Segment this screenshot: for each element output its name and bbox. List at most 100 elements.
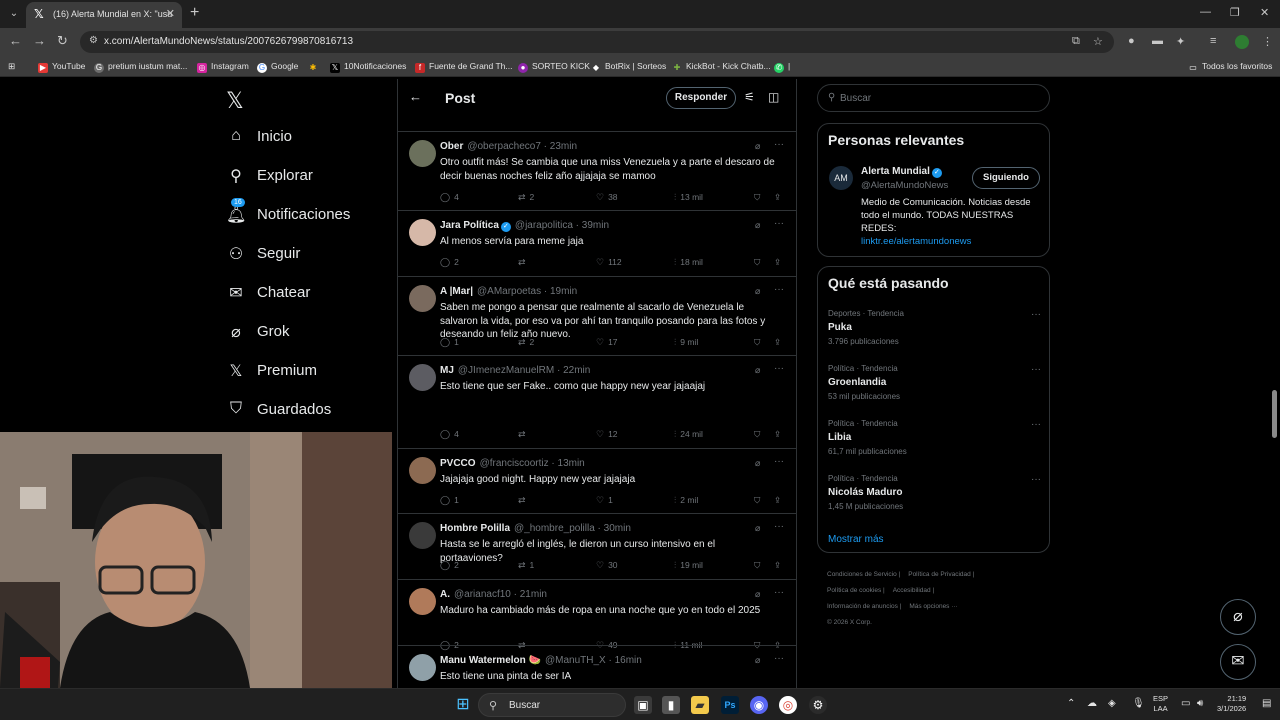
photoshop-icon[interactable]: Ps: [721, 696, 739, 714]
bookmark-icon[interactable]: ⛉: [754, 429, 760, 440]
address-bar[interactable]: ⚙ x.com/AlertaMundoNews/status/200762679…: [80, 31, 1114, 53]
more-options-icon[interactable]: ···: [774, 139, 784, 150]
show-more-link[interactable]: Mostrar más: [828, 534, 884, 545]
grok-icon[interactable]: ⌀: [755, 458, 760, 469]
tweet-author[interactable]: MJ @JImenezManuelRM · 22min: [440, 365, 590, 376]
share-icon[interactable]: ⇪: [774, 337, 781, 348]
site-info-icon[interactable]: ⚙: [89, 35, 98, 46]
bookmark-icon[interactable]: ⛉: [754, 560, 760, 571]
like-button[interactable]: ♡ 12: [596, 429, 618, 440]
reader-view-icon[interactable]: ◫: [768, 90, 779, 104]
tweet[interactable]: A |Mar| @AMarpoetas · 19min ⌀ ··· Saben me p…: [398, 276, 796, 355]
browser-tab[interactable]: 𝕏 (16) Alerta Mundial en X: "usu ✕: [26, 2, 182, 28]
tweet-handle[interactable]: @AMarpoetas · 19min: [477, 286, 577, 297]
file-explorer-icon[interactable]: ▰: [691, 696, 709, 714]
notification-center-icon[interactable]: ▤: [1262, 698, 1271, 709]
reload-icon[interactable]: ↻: [57, 34, 68, 48]
grok-icon[interactable]: ⌀: [755, 220, 760, 231]
repost-button[interactable]: ⇄: [518, 495, 530, 506]
repost-button[interactable]: ⇄: [518, 257, 530, 268]
avatar[interactable]: AM: [829, 166, 853, 190]
system-clock[interactable]: 21:19 3/1/2026: [1217, 694, 1246, 714]
app-icon[interactable]: ▮: [662, 696, 680, 714]
tray-app-icon[interactable]: ☁: [1087, 698, 1097, 709]
bookmark-youtube[interactable]: ▶ YouTube: [38, 61, 85, 73]
tweet-handle[interactable]: @JImenezManuelRM · 22min: [458, 365, 590, 376]
tweet-author[interactable]: A |Mar| @AMarpoetas · 19min: [440, 286, 577, 297]
repost-button[interactable]: ⇄ 2: [518, 192, 534, 203]
reading-list-icon[interactable]: ≡: [1210, 35, 1216, 47]
reply-button[interactable]: ◯ 2: [440, 560, 459, 571]
account-handle[interactable]: @AlertaMundoNews: [861, 180, 948, 191]
reply-button[interactable]: ◯ 4: [440, 192, 459, 203]
tray-overflow-icon[interactable]: ⌃: [1067, 698, 1075, 709]
bookmark-google[interactable]: G Google: [257, 61, 298, 73]
avatar[interactable]: [409, 364, 436, 391]
tweet-author[interactable]: Manu Watermelon 🍉 @ManuTH_X · 16min: [440, 655, 642, 666]
like-button[interactable]: ♡ 38: [596, 192, 618, 203]
messages-fab-icon[interactable]: ✉: [1220, 644, 1256, 680]
tray-app-icon[interactable]: ◈: [1108, 698, 1116, 709]
grok-icon[interactable]: ⌀: [755, 655, 760, 666]
forward-arrow-icon[interactable]: →: [33, 34, 46, 48]
repost-button[interactable]: ⇄: [518, 429, 530, 440]
bookmark-whatsapp[interactable]: ✆ |: [774, 61, 790, 73]
more-options-icon[interactable]: ···: [774, 284, 784, 295]
reply-button[interactable]: ◯ 1: [440, 495, 459, 506]
bookmark-10notificaciones[interactable]: 𝕏 10Notificaciones: [330, 61, 406, 73]
bookmark-star-icon[interactable]: ☆: [1093, 35, 1103, 48]
avatar[interactable]: [409, 285, 436, 312]
share-icon[interactable]: ⇪: [774, 495, 781, 506]
filter-icon[interactable]: ⚟: [744, 90, 755, 104]
more-options-icon[interactable]: ···: [1031, 364, 1041, 375]
tweet-author[interactable]: Ober @oberpacheco7 · 23min: [440, 141, 577, 152]
bookmark-icon[interactable]: ⛉: [754, 337, 760, 348]
bookmark-icon[interactable]: ⛉: [754, 257, 760, 268]
taskbar-search[interactable]: ⚲ Buscar: [478, 693, 626, 717]
discord-icon[interactable]: ◉: [750, 696, 768, 714]
profile-avatar[interactable]: [1235, 35, 1249, 49]
footer-link[interactable]: Información de anuncios |: [827, 603, 901, 610]
bookmark-instagram[interactable]: ◎ Instagram: [197, 61, 249, 73]
bookmark-grand-theft[interactable]: f Fuente de Grand Th...: [415, 61, 512, 73]
tweet-handle[interactable]: @_hombre_polilla · 30min: [514, 523, 631, 534]
network-icon[interactable]: ▭: [1181, 698, 1190, 709]
extension-icon[interactable]: ●: [1128, 35, 1135, 47]
avatar[interactable]: [409, 588, 436, 615]
extensions-puzzle-icon[interactable]: ✦: [1176, 35, 1185, 48]
like-button[interactable]: ♡ 112: [596, 257, 622, 268]
install-app-icon[interactable]: ⧉: [1072, 35, 1080, 48]
footer-link[interactable]: Política de Privacidad |: [908, 571, 974, 578]
footer-link[interactable]: Política de cookies |: [827, 587, 885, 594]
tweet-author[interactable]: Hombre Polilla @_hombre_polilla · 30min: [440, 523, 631, 534]
extension-icon[interactable]: ▬: [1152, 35, 1163, 47]
chrome-icon[interactable]: ◎: [779, 696, 797, 714]
like-button[interactable]: ♡ 17: [596, 337, 618, 348]
new-tab-button[interactable]: +: [190, 5, 199, 21]
bookmark-sorteo-kick[interactable]: ● SORTEO KICK: [518, 61, 590, 73]
views-button[interactable]: ⫶ 24 mil: [674, 429, 703, 440]
all-bookmarks[interactable]: ▭ Todos los favoritos: [1188, 61, 1272, 73]
repost-button[interactable]: ⇄ 1: [518, 560, 534, 571]
following-button[interactable]: Siguiendo: [972, 167, 1040, 189]
more-options-icon[interactable]: ···: [774, 218, 784, 229]
footer-link[interactable]: Condiciones de Servicio |: [827, 571, 900, 578]
more-options-icon[interactable]: ···: [774, 587, 784, 598]
more-options-icon[interactable]: ···: [1031, 309, 1041, 320]
bookmark-kickbot[interactable]: ✚ KickBot - Kick Chatb...: [672, 61, 771, 73]
x-logo-icon[interactable]: 𝕏: [226, 88, 244, 114]
bookmark-icon[interactable]: ⛉: [754, 495, 760, 506]
like-button[interactable]: ♡ 30: [596, 560, 618, 571]
chrome-menu-icon[interactable]: ⋮: [1262, 35, 1273, 48]
account-name[interactable]: Alerta Mundial ✓: [861, 166, 942, 178]
more-options-icon[interactable]: ···: [1031, 419, 1041, 430]
tweet-author[interactable]: PVCCO @franciscoortiz · 13min: [440, 458, 585, 469]
search-input[interactable]: ⚲ Buscar: [817, 84, 1050, 112]
language-indicator[interactable]: ESP LAA: [1153, 694, 1168, 714]
grok-icon[interactable]: ⌀: [755, 523, 760, 534]
footer-link[interactable]: Más opciones ···: [909, 603, 957, 610]
tab-close-icon[interactable]: ✕: [166, 7, 175, 20]
bookmark-icon[interactable]: ⛉: [754, 192, 760, 203]
views-button[interactable]: ⫶ 19 mil: [674, 560, 703, 571]
grok-icon[interactable]: ⌀: [755, 589, 760, 600]
